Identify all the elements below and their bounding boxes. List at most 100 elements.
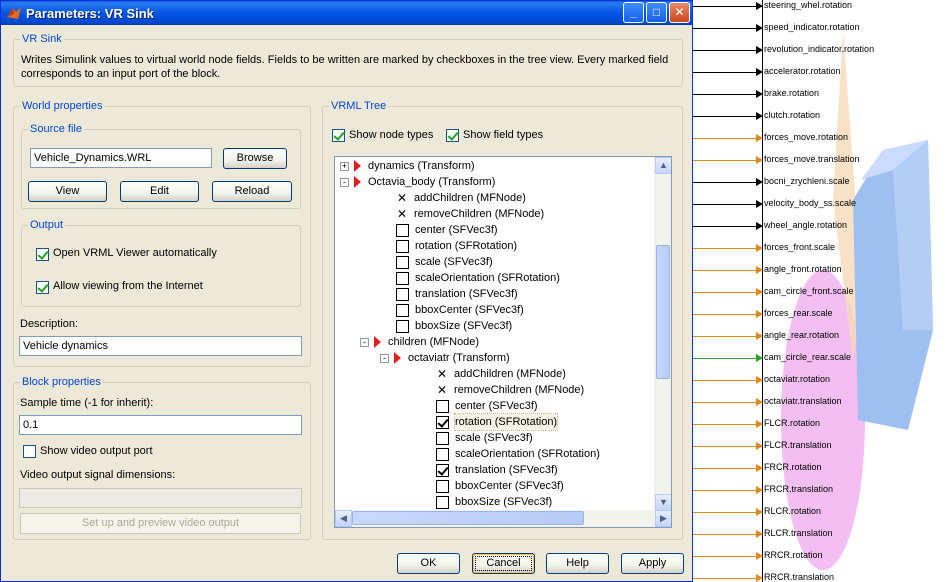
signal-line[interactable]	[693, 116, 757, 117]
tree-row[interactable]: translation (SFVec3f)	[396, 286, 518, 302]
tree-row[interactable]: bboxCenter (SFVec3f)	[396, 302, 524, 318]
signal-line[interactable]	[693, 292, 757, 293]
close-button[interactable]: ✕	[669, 2, 690, 23]
tree-horizontal-scrollbar[interactable]: ◀ ▶	[335, 510, 671, 527]
signal-line[interactable]	[693, 248, 757, 249]
signal-line[interactable]	[693, 160, 757, 161]
signal-line[interactable]	[693, 534, 757, 535]
cancel-button[interactable]: Cancel	[472, 553, 535, 574]
field-checkbox[interactable]	[396, 319, 409, 333]
signal-line[interactable]	[693, 512, 757, 513]
signal-line[interactable]	[693, 556, 757, 557]
reload-button[interactable]: Reload	[212, 181, 292, 202]
tree-row[interactable]: - children (MFNode)	[360, 334, 479, 350]
signal-line[interactable]	[693, 402, 757, 403]
signal-line[interactable]	[693, 446, 757, 447]
edit-button[interactable]: Edit	[120, 181, 199, 202]
tree-row[interactable]: ✕ addChildren (MFNode)	[396, 190, 526, 206]
minimize-button[interactable]: _	[623, 2, 644, 23]
signal-line[interactable]	[693, 6, 757, 7]
setup-video-button[interactable]: Set up and preview video output	[20, 513, 301, 534]
view-button[interactable]: View	[28, 181, 107, 202]
signal-line[interactable]	[693, 578, 757, 579]
field-checkbox[interactable]	[396, 303, 409, 317]
tree-row[interactable]: - Octavia_body (Transform)	[340, 174, 495, 190]
signal-line[interactable]	[693, 314, 757, 315]
scroll-right-button[interactable]: ▶	[655, 510, 671, 527]
field-checkbox[interactable]	[436, 479, 449, 493]
signal-line[interactable]	[693, 358, 757, 359]
tree-row[interactable]: scaleOrientation (SFRotation)	[436, 446, 600, 462]
scroll-left-button[interactable]: ◀	[335, 510, 352, 527]
tree-row[interactable]: bboxCenter (SFVec3f)	[436, 478, 564, 494]
signal-line[interactable]	[693, 72, 757, 73]
ok-button[interactable]: OK	[397, 553, 460, 574]
signal-line[interactable]	[693, 204, 757, 205]
tree-row-label: scale (SFVec3f)	[415, 256, 493, 268]
tree-vertical-scrollbar[interactable]: ▲ ▼	[654, 157, 671, 511]
field-checkbox[interactable]	[396, 255, 409, 269]
field-checkbox[interactable]	[396, 287, 409, 301]
tree-row[interactable]: rotation (SFRotation)	[436, 413, 559, 431]
video-dims-input[interactable]	[19, 488, 302, 508]
tree-row[interactable]: bboxSize (SFVec3f)	[436, 494, 552, 510]
signal-line[interactable]	[693, 94, 757, 95]
browse-button[interactable]: Browse	[223, 148, 287, 169]
allow-internet-checkbox[interactable]	[36, 281, 49, 294]
expand-icon[interactable]: +	[340, 161, 349, 171]
signal-line[interactable]	[693, 380, 757, 381]
tree-row[interactable]: ✕ removeChildren (MFNode)	[396, 206, 544, 222]
scroll-up-button[interactable]: ▲	[655, 157, 671, 174]
sample-time-input[interactable]: 0.1	[19, 415, 302, 435]
tree-row[interactable]: center (SFVec3f)	[396, 222, 498, 238]
tree-row[interactable]: scale (SFVec3f)	[436, 430, 533, 446]
show-node-types-checkbox[interactable]	[332, 129, 345, 142]
field-checkbox[interactable]	[436, 495, 449, 509]
signal-line[interactable]	[693, 490, 757, 491]
scroll-down-button[interactable]: ▼	[655, 494, 671, 511]
description-input[interactable]: Vehicle dynamics	[19, 336, 302, 356]
apply-button[interactable]: Apply	[621, 553, 684, 574]
signal-line[interactable]	[693, 226, 757, 227]
vertical-scroll-thumb[interactable]	[656, 245, 670, 379]
field-checkbox[interactable]	[436, 463, 449, 477]
collapse-icon[interactable]: -	[340, 177, 349, 187]
signal-line[interactable]	[693, 182, 757, 183]
collapse-icon[interactable]: -	[360, 337, 369, 347]
field-checkbox[interactable]	[396, 271, 409, 285]
signal-line[interactable]	[693, 270, 757, 271]
field-checkbox[interactable]	[436, 399, 449, 413]
show-video-checkbox[interactable]	[23, 445, 36, 458]
port-arrow-icon	[756, 464, 763, 472]
collapse-icon[interactable]: -	[380, 353, 389, 363]
tree-row[interactable]: bboxSize (SFVec3f)	[396, 318, 512, 334]
field-checkbox[interactable]	[436, 431, 449, 445]
field-checkbox[interactable]	[396, 239, 409, 253]
tree-row[interactable]: translation (SFVec3f)	[436, 462, 558, 478]
signal-line[interactable]	[693, 468, 757, 469]
title-bar[interactable]: Parameters: VR Sink _ □ ✕	[1, 1, 692, 25]
help-button[interactable]: Help	[546, 553, 609, 574]
signal-line[interactable]	[693, 28, 757, 29]
vrml-tree-view[interactable]: + dynamics (Transform) - Octavia_body (Tran…	[334, 156, 672, 528]
signal-line[interactable]	[693, 424, 757, 425]
field-checkbox[interactable]	[436, 415, 449, 429]
tree-row[interactable]: - octaviatr (Transform)	[380, 350, 510, 366]
show-field-types-checkbox[interactable]	[446, 129, 459, 142]
horizontal-scroll-thumb[interactable]	[352, 511, 584, 525]
tree-row[interactable]: ✕ addChildren (MFNode)	[436, 366, 566, 382]
tree-row[interactable]: scale (SFVec3f)	[396, 254, 493, 270]
tree-row[interactable]: + dynamics (Transform)	[340, 158, 475, 174]
signal-line[interactable]	[693, 50, 757, 51]
field-checkbox[interactable]	[436, 447, 449, 461]
signal-line[interactable]	[693, 336, 757, 337]
source-file-input[interactable]: Vehicle_Dynamics.WRL	[30, 148, 212, 168]
tree-row[interactable]: scaleOrientation (SFRotation)	[396, 270, 560, 286]
field-checkbox[interactable]	[396, 223, 409, 237]
signal-line[interactable]	[693, 138, 757, 139]
maximize-button[interactable]: □	[646, 2, 667, 23]
tree-row[interactable]: rotation (SFRotation)	[396, 238, 517, 254]
tree-row[interactable]: center (SFVec3f)	[436, 398, 538, 414]
tree-row[interactable]: ✕ removeChildren (MFNode)	[436, 382, 584, 398]
open-viewer-checkbox[interactable]	[36, 248, 49, 261]
